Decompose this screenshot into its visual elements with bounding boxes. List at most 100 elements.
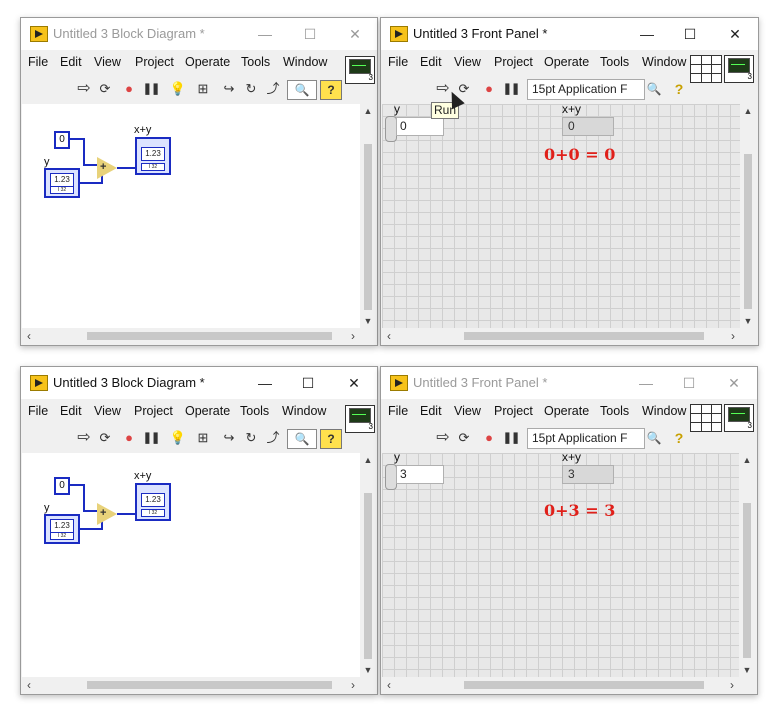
- pause-icon[interactable]: ❚❚: [501, 428, 521, 448]
- menu-window[interactable]: Window: [642, 404, 686, 418]
- menu-file[interactable]: File: [28, 404, 48, 418]
- close-icon[interactable]: ✕: [720, 371, 748, 395]
- vi-icon[interactable]: 3: [345, 56, 375, 84]
- highlight-execution-icon[interactable]: 💡: [168, 79, 188, 99]
- menu-operate[interactable]: Operate: [185, 404, 230, 418]
- menu-edit[interactable]: Edit: [420, 55, 442, 69]
- menu-view[interactable]: View: [454, 55, 481, 69]
- run-continuously-icon[interactable]: ⟳: [95, 428, 115, 448]
- maximize-icon[interactable]: ☐: [296, 22, 324, 46]
- font-select[interactable]: 15pt Application F: [527, 428, 645, 449]
- front-panel-canvas[interactable]: y 3 x+y 3 0+3 = 3: [382, 450, 739, 677]
- vi-icon[interactable]: 3: [724, 404, 754, 432]
- menu-edit[interactable]: Edit: [60, 404, 82, 418]
- maximize-icon[interactable]: ☐: [294, 371, 322, 395]
- menu-project[interactable]: Project: [494, 55, 533, 69]
- title-bar[interactable]: Untitled 3 Front Panel * — ☐ ✕: [381, 367, 757, 399]
- vertical-scrollbar[interactable]: ▲ ▼: [740, 104, 756, 328]
- pause-icon[interactable]: ❚❚: [141, 428, 161, 448]
- block-diagram-window-bottom[interactable]: Untitled 3 Block Diagram * — ☐ ✕ File Ed…: [20, 366, 378, 695]
- menu-file[interactable]: File: [388, 55, 408, 69]
- menu-operate[interactable]: Operate: [544, 55, 589, 69]
- abort-icon[interactable]: ●: [119, 79, 139, 99]
- horizontal-scrollbar[interactable]: ‹ ›: [382, 677, 739, 693]
- minimize-icon[interactable]: —: [251, 371, 279, 395]
- menu-edit[interactable]: Edit: [60, 55, 82, 69]
- abort-icon[interactable]: ●: [479, 428, 499, 448]
- menu-tools[interactable]: Tools: [600, 404, 629, 418]
- block-diagram-canvas[interactable]: 0 y 1.23 I 32 + x+y 1.23 I 32: [22, 104, 360, 328]
- minimize-icon[interactable]: —: [633, 22, 661, 46]
- help-icon[interactable]: ?: [320, 80, 342, 100]
- close-icon[interactable]: ✕: [341, 22, 369, 46]
- menu-window[interactable]: Window: [283, 55, 327, 69]
- maximize-icon[interactable]: ☐: [675, 371, 703, 395]
- menu-window[interactable]: Window: [642, 55, 686, 69]
- numeric-control-y[interactable]: 3: [396, 465, 444, 484]
- title-bar[interactable]: Untitled 3 Front Panel * — ☐ ✕: [381, 18, 758, 50]
- search-icon[interactable]: 🔍: [287, 80, 317, 100]
- step-into-icon[interactable]: ↪: [219, 428, 239, 448]
- indicator-terminal-sum[interactable]: 1.23 I 32: [135, 483, 171, 521]
- search-icon[interactable]: 🔍: [640, 80, 668, 98]
- retain-wire-values-icon[interactable]: ⊞: [193, 79, 213, 99]
- run-arrow-icon[interactable]: ⇨: [433, 428, 453, 448]
- step-out-icon[interactable]: ⤴: [263, 428, 283, 448]
- retain-wire-values-icon[interactable]: ⊞: [193, 428, 213, 448]
- menu-view[interactable]: View: [94, 404, 121, 418]
- block-diagram-window-top[interactable]: Untitled 3 Block Diagram * — ☐ ✕ File Ed…: [20, 17, 378, 346]
- menu-file[interactable]: File: [28, 55, 48, 69]
- step-over-icon[interactable]: ↻: [241, 79, 261, 99]
- connector-pane[interactable]: [690, 404, 722, 432]
- title-bar[interactable]: Untitled 3 Block Diagram * — ☐ ✕: [21, 18, 377, 50]
- menu-view[interactable]: View: [454, 404, 481, 418]
- abort-icon[interactable]: ●: [119, 428, 139, 448]
- menu-view[interactable]: View: [94, 55, 121, 69]
- menu-operate[interactable]: Operate: [185, 55, 230, 69]
- menu-edit[interactable]: Edit: [420, 404, 442, 418]
- search-icon[interactable]: 🔍: [640, 429, 668, 447]
- search-icon[interactable]: 🔍: [287, 429, 317, 449]
- menu-tools[interactable]: Tools: [240, 404, 269, 418]
- step-into-icon[interactable]: ↪: [219, 79, 239, 99]
- run-arrow-icon[interactable]: ⇨: [74, 79, 94, 99]
- title-bar[interactable]: Untitled 3 Block Diagram * — ☐ ✕: [21, 367, 377, 399]
- horizontal-scrollbar[interactable]: ‹ ›: [22, 677, 360, 693]
- run-arrow-icon[interactable]: ⇨: [74, 428, 94, 448]
- connector-pane[interactable]: [690, 55, 722, 83]
- menu-window[interactable]: Window: [282, 404, 326, 418]
- pause-icon[interactable]: ❚❚: [501, 79, 521, 99]
- menu-tools[interactable]: Tools: [600, 55, 629, 69]
- menu-operate[interactable]: Operate: [544, 404, 589, 418]
- numeric-control-y[interactable]: 0: [396, 117, 444, 136]
- menu-tools[interactable]: Tools: [241, 55, 270, 69]
- close-icon[interactable]: ✕: [721, 22, 749, 46]
- help-icon[interactable]: ?: [669, 80, 689, 98]
- vi-icon[interactable]: 3: [724, 55, 754, 83]
- control-terminal-y[interactable]: 1.23 I 32: [44, 168, 80, 198]
- run-continuously-icon[interactable]: ⟳: [454, 428, 474, 448]
- help-icon[interactable]: ?: [669, 429, 689, 447]
- maximize-icon[interactable]: ☐: [676, 22, 704, 46]
- vertical-scrollbar[interactable]: ▲ ▼: [360, 453, 376, 677]
- abort-icon[interactable]: ●: [479, 79, 499, 99]
- vertical-scrollbar[interactable]: ▲ ▼: [739, 453, 755, 677]
- numeric-constant[interactable]: 0: [54, 131, 70, 149]
- close-icon[interactable]: ✕: [340, 371, 368, 395]
- vi-icon[interactable]: 3: [345, 405, 375, 433]
- front-panel-window-top[interactable]: Untitled 3 Front Panel * — ☐ ✕ File Edit…: [380, 17, 759, 346]
- vertical-scrollbar[interactable]: ▲ ▼: [360, 104, 376, 328]
- control-terminal-y[interactable]: 1.23 I 32: [44, 514, 80, 544]
- menu-file[interactable]: File: [388, 404, 408, 418]
- step-over-icon[interactable]: ↻: [241, 428, 261, 448]
- menu-project[interactable]: Project: [134, 404, 173, 418]
- horizontal-scrollbar[interactable]: ‹ ›: [22, 328, 360, 344]
- highlight-execution-icon[interactable]: 💡: [168, 428, 188, 448]
- minimize-icon[interactable]: —: [632, 371, 660, 395]
- pause-icon[interactable]: ❚❚: [141, 79, 161, 99]
- run-continuously-icon[interactable]: ⟳: [95, 79, 115, 99]
- numeric-constant[interactable]: 0: [54, 477, 70, 495]
- block-diagram-canvas[interactable]: 0 y 1.23 I 32 + x+y 1.23 I 32: [22, 453, 360, 677]
- help-icon[interactable]: ?: [320, 429, 342, 449]
- indicator-terminal-sum[interactable]: 1.23 I 32: [135, 137, 171, 175]
